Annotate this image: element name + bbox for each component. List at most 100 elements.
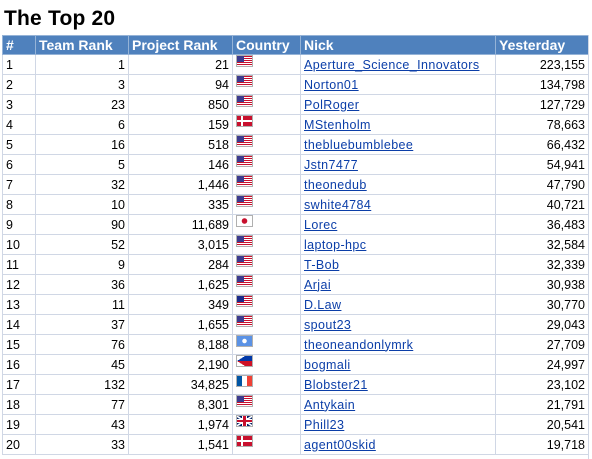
column-header-nick[interactable]: Nick	[300, 35, 496, 55]
nick-link[interactable]: laptop-hpc	[304, 238, 366, 252]
nick-link[interactable]: spout23	[304, 318, 351, 332]
cell-number[interactable]: 1	[2, 54, 36, 75]
cell-nick[interactable]: Blobster21	[300, 374, 496, 395]
cell-country[interactable]	[232, 334, 301, 355]
cell-yesterday[interactable]: 24,997	[495, 354, 589, 375]
cell-number[interactable]: 11	[2, 254, 36, 275]
cell-number[interactable]: 5	[2, 134, 36, 155]
cell-nick[interactable]: Arjai	[300, 274, 496, 295]
cell-yesterday[interactable]: 66,432	[495, 134, 589, 155]
cell-project-rank[interactable]: 1,655	[128, 314, 233, 335]
cell-team-rank[interactable]: 90	[35, 214, 129, 235]
cell-number[interactable]: 15	[2, 334, 36, 355]
cell-nick[interactable]: spout23	[300, 314, 496, 335]
cell-country[interactable]	[232, 54, 301, 75]
cell-project-rank[interactable]: 1,625	[128, 274, 233, 295]
column-header-team-rank[interactable]: Team Rank	[35, 35, 129, 55]
nick-link[interactable]: D.Law	[304, 298, 341, 312]
cell-country[interactable]	[232, 354, 301, 375]
cell-nick[interactable]: Norton01	[300, 74, 496, 95]
cell-country[interactable]	[232, 154, 301, 175]
cell-team-rank[interactable]: 5	[35, 154, 129, 175]
cell-nick[interactable]: theoneandonlymrk	[300, 334, 496, 355]
cell-country[interactable]	[232, 274, 301, 295]
cell-number[interactable]: 17	[2, 374, 36, 395]
cell-team-rank[interactable]: 132	[35, 374, 129, 395]
cell-nick[interactable]: MStenholm	[300, 114, 496, 135]
cell-number[interactable]: 13	[2, 294, 36, 315]
cell-project-rank[interactable]: 1,541	[128, 434, 233, 455]
nick-link[interactable]: theoneandonlymrk	[304, 338, 413, 352]
cell-nick[interactable]: laptop-hpc	[300, 234, 496, 255]
cell-nick[interactable]: T-Bob	[300, 254, 496, 275]
nick-link[interactable]: PolRoger	[304, 98, 359, 112]
cell-team-rank[interactable]: 1	[35, 54, 129, 75]
cell-project-rank[interactable]: 284	[128, 254, 233, 275]
cell-team-rank[interactable]: 36	[35, 274, 129, 295]
cell-yesterday[interactable]: 29,043	[495, 314, 589, 335]
cell-team-rank[interactable]: 43	[35, 414, 129, 435]
cell-country[interactable]	[232, 174, 301, 195]
nick-link[interactable]: Phill23	[304, 418, 344, 432]
cell-yesterday[interactable]: 36,483	[495, 214, 589, 235]
nick-link[interactable]: agent00skid	[304, 438, 376, 452]
nick-link[interactable]: MStenholm	[304, 118, 371, 132]
cell-team-rank[interactable]: 45	[35, 354, 129, 375]
cell-project-rank[interactable]: 2,190	[128, 354, 233, 375]
cell-nick[interactable]: PolRoger	[300, 94, 496, 115]
cell-country[interactable]	[232, 294, 301, 315]
cell-nick[interactable]: agent00skid	[300, 434, 496, 455]
cell-number[interactable]: 14	[2, 314, 36, 335]
nick-link[interactable]: T-Bob	[304, 258, 339, 272]
cell-number[interactable]: 7	[2, 174, 36, 195]
cell-team-rank[interactable]: 76	[35, 334, 129, 355]
cell-yesterday[interactable]: 32,339	[495, 254, 589, 275]
column-header-project-rank[interactable]: Project Rank	[128, 35, 233, 55]
cell-country[interactable]	[232, 214, 301, 235]
cell-team-rank[interactable]: 11	[35, 294, 129, 315]
cell-nick[interactable]: D.Law	[300, 294, 496, 315]
cell-team-rank[interactable]: 23	[35, 94, 129, 115]
nick-link[interactable]: swhite4784	[304, 198, 371, 212]
cell-team-rank[interactable]: 6	[35, 114, 129, 135]
cell-country[interactable]	[232, 394, 301, 415]
cell-nick[interactable]: Lorec	[300, 214, 496, 235]
nick-link[interactable]: Jstn7477	[304, 158, 358, 172]
nick-link[interactable]: Antykain	[304, 398, 355, 412]
cell-project-rank[interactable]: 159	[128, 114, 233, 135]
cell-yesterday[interactable]: 21,791	[495, 394, 589, 415]
cell-team-rank[interactable]: 37	[35, 314, 129, 335]
cell-nick[interactable]: swhite4784	[300, 194, 496, 215]
cell-yesterday[interactable]: 127,729	[495, 94, 589, 115]
cell-yesterday[interactable]: 47,790	[495, 174, 589, 195]
cell-number[interactable]: 16	[2, 354, 36, 375]
cell-yesterday[interactable]: 223,155	[495, 54, 589, 75]
cell-project-rank[interactable]: 335	[128, 194, 233, 215]
cell-project-rank[interactable]: 21	[128, 54, 233, 75]
cell-nick[interactable]: Aperture_Science_Innovators	[300, 54, 496, 75]
column-header-country[interactable]: Country	[232, 35, 301, 55]
cell-project-rank[interactable]: 518	[128, 134, 233, 155]
cell-project-rank[interactable]: 11,689	[128, 214, 233, 235]
cell-project-rank[interactable]: 94	[128, 74, 233, 95]
cell-country[interactable]	[232, 114, 301, 135]
nick-link[interactable]: Arjai	[304, 278, 331, 292]
cell-nick[interactable]: Antykain	[300, 394, 496, 415]
cell-project-rank[interactable]: 1,974	[128, 414, 233, 435]
column-header-number[interactable]: #	[2, 35, 36, 55]
cell-project-rank[interactable]: 1,446	[128, 174, 233, 195]
cell-number[interactable]: 9	[2, 214, 36, 235]
cell-yesterday[interactable]: 23,102	[495, 374, 589, 395]
cell-country[interactable]	[232, 134, 301, 155]
cell-yesterday[interactable]: 54,941	[495, 154, 589, 175]
cell-yesterday[interactable]: 40,721	[495, 194, 589, 215]
cell-yesterday[interactable]: 30,938	[495, 274, 589, 295]
cell-yesterday[interactable]: 27,709	[495, 334, 589, 355]
column-header-yesterday[interactable]: Yesterday	[495, 35, 589, 55]
cell-number[interactable]: 4	[2, 114, 36, 135]
cell-team-rank[interactable]: 16	[35, 134, 129, 155]
cell-country[interactable]	[232, 94, 301, 115]
cell-yesterday[interactable]: 134,798	[495, 74, 589, 95]
nick-link[interactable]: theonedub	[304, 178, 367, 192]
cell-team-rank[interactable]: 77	[35, 394, 129, 415]
